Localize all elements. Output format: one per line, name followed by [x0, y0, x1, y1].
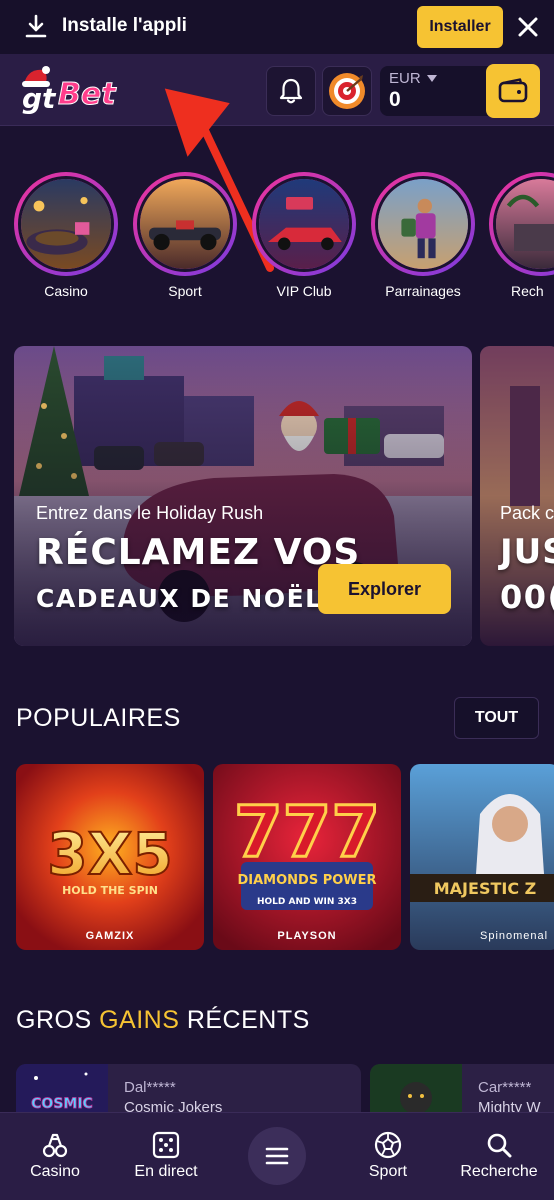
svg-text:Bet: Bet [58, 77, 117, 112]
game-tagline: HOLD AND WIN 3X3 [257, 897, 357, 907]
game-majestic-art: MAJESTIC Z [410, 764, 554, 950]
vip-image [259, 179, 349, 269]
category-stories: Casino Sport VIP Club Parrainages Rech [0, 172, 554, 302]
game-subtitle: DIAMONDS POWER [237, 873, 376, 888]
game-provider: PLAYSON [277, 930, 337, 942]
game-provider: GAMZIX [85, 930, 135, 942]
site-header: gt Bet EUR 0 [0, 54, 554, 126]
sport-thumbnail [137, 176, 233, 272]
download-icon [25, 14, 47, 38]
title-accent: GAINS [99, 1006, 180, 1034]
menu-icon [265, 1147, 289, 1165]
svg-text:gt: gt [22, 82, 57, 115]
game-subtitle: HOLD THE SPIN [62, 884, 158, 897]
promo-next-headline: JUS [500, 532, 554, 572]
promo-headline: RÉCLAMEZ VOS [36, 532, 361, 573]
game-provider: Spinomenal [480, 930, 549, 942]
game-777-art: 777 DIAMONDS POWER HOLD AND WIN 3X3 [213, 764, 401, 950]
game-title: 3X5 [47, 820, 172, 888]
recent-wins-title: GROS GAINS RÉCENTS [16, 1006, 310, 1035]
popular-section-title: POPULAIRES [16, 704, 181, 732]
close-icon[interactable] [516, 15, 540, 39]
app-install-banner: Installe l'appli Installer [0, 0, 554, 54]
nav-sport[interactable]: Sport [333, 1113, 443, 1200]
game-card-majestic[interactable]: MAJESTIC Z Spinomenal [410, 764, 554, 950]
menu-button[interactable] [248, 1127, 306, 1185]
casino-icon [42, 1133, 68, 1158]
thumb-title: COSMIC [31, 1096, 93, 1112]
explore-button[interactable]: Explorer [318, 564, 451, 614]
vip-thumbnail [256, 176, 352, 272]
currency-selector[interactable]: EUR [389, 70, 437, 87]
promo-banner[interactable]: Entrez dans le Holiday Rush RÉCLAMEZ VOS… [14, 346, 472, 646]
target-icon [329, 73, 365, 109]
promo-headline-secondary: CADEAUX DE NOËL [36, 584, 323, 613]
brand-logo[interactable]: gt Bet [14, 62, 134, 118]
nav-live[interactable]: En direct [111, 1113, 221, 1200]
promo-next-subtitle: Pack c [500, 503, 554, 523]
currency-code: EUR [389, 70, 421, 87]
search-icon [487, 1133, 512, 1158]
search-thumbnail [493, 176, 554, 272]
story-label: Sport [168, 283, 202, 299]
story-sport[interactable]: Sport [133, 172, 237, 299]
story-label: Casino [44, 283, 88, 299]
search-image [496, 179, 554, 269]
soccer-ball-icon [374, 1131, 402, 1159]
story-label: VIP Club [276, 283, 332, 299]
title-part: RÉCENTS [186, 1006, 310, 1034]
promo-banner-next[interactable]: Pack c JUS 00( [480, 346, 554, 646]
nav-label: Recherche [460, 1163, 538, 1180]
casino-image [21, 179, 111, 269]
win-user: Dal***** [124, 1079, 176, 1096]
banner-text: Installe l'appli [62, 15, 187, 36]
balance-amount: 0 [389, 88, 401, 111]
nav-search[interactable]: Recherche [444, 1113, 554, 1200]
game-title: 777 [234, 791, 380, 873]
game-card-3x5[interactable]: 3X5 HOLD THE SPIN GAMZIX [16, 764, 204, 950]
title-part: GROS [16, 1006, 92, 1034]
story-label: Rech [511, 283, 544, 299]
referrals-thumbnail [375, 176, 471, 272]
bell-icon [279, 78, 303, 104]
see-all-button[interactable]: TOUT [454, 697, 539, 739]
game-title: MAJESTIC Z [434, 879, 537, 898]
missions-button[interactable] [322, 66, 372, 116]
referrals-image [378, 179, 468, 269]
story-search[interactable]: Rech [489, 172, 554, 299]
sport-image [140, 179, 230, 269]
nav-label: En direct [134, 1163, 198, 1180]
game-3x5-art: 3X5 HOLD THE SPIN [16, 764, 204, 950]
nav-label: Casino [30, 1163, 80, 1180]
story-referrals[interactable]: Parrainages [371, 172, 475, 299]
chevron-down-icon [426, 74, 437, 82]
nav-casino[interactable]: Casino [0, 1113, 110, 1200]
wallet-button[interactable] [486, 64, 540, 118]
story-label: Parrainages [385, 283, 461, 299]
dice-icon [152, 1131, 180, 1159]
wallet-icon [498, 78, 528, 103]
install-button[interactable]: Installer [417, 6, 503, 48]
promo-subtitle: Entrez dans le Holiday Rush [36, 503, 264, 523]
game-card-777[interactable]: 777 DIAMONDS POWER HOLD AND WIN 3X3 PLAY… [213, 764, 401, 950]
win-user: Car***** [478, 1079, 532, 1096]
story-vip-club[interactable]: VIP Club [252, 172, 356, 299]
story-casino[interactable]: Casino [14, 172, 118, 299]
promo-next-headline-secondary: 00( [500, 578, 554, 616]
casino-thumbnail [18, 176, 114, 272]
bottom-navigation: Casino En direct Sport Recherche [0, 1112, 554, 1200]
notifications-button[interactable] [266, 66, 316, 116]
nav-label: Sport [368, 1163, 408, 1180]
